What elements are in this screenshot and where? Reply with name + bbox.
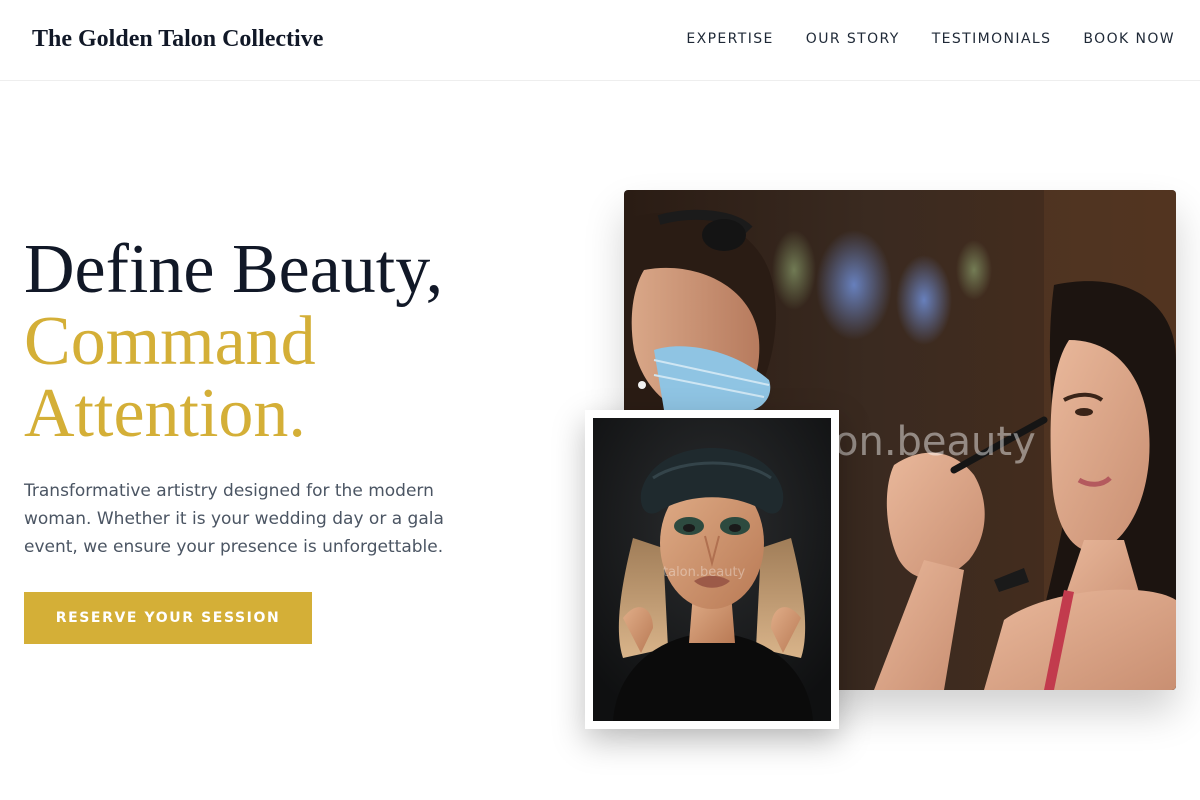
main-watermark: on.beauty bbox=[834, 419, 1036, 465]
portrait-illustration: talon.beauty bbox=[593, 418, 831, 721]
headline-line-3: Attention. bbox=[24, 375, 306, 452]
site-header: The Golden Talon Collective EXPERTISE OU… bbox=[0, 0, 1200, 81]
nav-link-our-story[interactable]: OUR STORY bbox=[806, 31, 900, 47]
main-nav: EXPERTISE OUR STORY TESTIMONIALS BOOK NO… bbox=[686, 31, 1175, 47]
headline-line-1: Define Beauty, bbox=[24, 231, 444, 308]
nav-link-testimonials[interactable]: TESTIMONIALS bbox=[932, 31, 1052, 47]
nav-link-expertise[interactable]: EXPERTISE bbox=[686, 31, 773, 47]
reserve-session-button[interactable]: RESERVE YOUR SESSION bbox=[24, 592, 312, 644]
hero-description: Transformative artistry designed for the… bbox=[24, 481, 444, 557]
inset-photo-portrait: talon.beauty bbox=[593, 418, 831, 721]
inset-watermark: talon.beauty bbox=[663, 565, 746, 580]
headline-line-2: Command bbox=[24, 303, 316, 380]
nav-link-book-now[interactable]: BOOK NOW bbox=[1083, 31, 1175, 47]
brand-logo-text[interactable]: The Golden Talon Collective bbox=[32, 26, 323, 53]
hero-headline: Define Beauty, Command Attention. bbox=[24, 234, 584, 450]
inset-photo-frame: talon.beauty bbox=[585, 410, 839, 729]
